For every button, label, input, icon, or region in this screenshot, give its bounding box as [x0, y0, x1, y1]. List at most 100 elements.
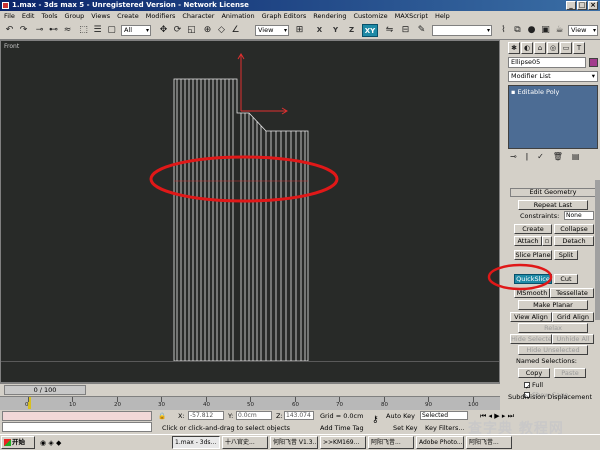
y-coordinate-field[interactable]: 0.0cm: [236, 411, 272, 420]
lock-selection-icon[interactable]: 🔒: [158, 412, 166, 420]
front-viewport[interactable]: Front: [0, 40, 500, 383]
selection-set-dropdown[interactable]: Selected: [420, 411, 468, 420]
relax-button[interactable]: Relax: [518, 323, 588, 333]
maxscript-listener[interactable]: [2, 411, 152, 421]
snap-icon[interactable]: ◇: [215, 24, 228, 37]
utilities-tab-icon[interactable]: T: [573, 42, 585, 54]
view-align-button[interactable]: View Align: [510, 312, 552, 322]
menu-animation[interactable]: Animation: [221, 11, 254, 21]
transform-gizmo[interactable]: [237, 53, 288, 115]
copy-button[interactable]: Copy: [518, 368, 550, 378]
taskbar-item[interactable]: Adobe Photo...: [416, 436, 464, 449]
select-object-icon[interactable]: ⬚: [77, 24, 90, 37]
poly-object-wireframe[interactable]: [1, 41, 500, 383]
unhide-all-button[interactable]: Unhide All: [552, 334, 594, 344]
restrict-x-button[interactable]: X: [313, 24, 326, 37]
menu-maxscript[interactable]: MAXScript: [395, 11, 428, 21]
set-key-button[interactable]: Set Key: [393, 424, 418, 432]
taskbar-item[interactable]: >>KM169...: [320, 436, 366, 449]
menu-group[interactable]: Group: [65, 11, 85, 21]
z-coordinate-field[interactable]: 143.074: [284, 411, 314, 420]
auto-key-button[interactable]: Auto Key: [386, 412, 415, 420]
restrict-xy-button[interactable]: XY: [362, 24, 378, 37]
create-tab-icon[interactable]: ✱: [508, 42, 520, 54]
grid-align-button[interactable]: Grid Align: [552, 312, 594, 322]
menu-customize[interactable]: Customize: [353, 11, 387, 21]
menu-edit[interactable]: Edit: [22, 11, 35, 21]
modifier-list-dropdown[interactable]: Modifier List: [508, 71, 598, 82]
taskbar-item[interactable]: 阿阳飞昔...: [466, 436, 512, 449]
menu-views[interactable]: Views: [91, 11, 110, 21]
show-end-result-icon[interactable]: ǀ: [526, 152, 528, 161]
named-selection-sets-dropdown[interactable]: [432, 25, 492, 36]
key-icon[interactable]: ⚷: [372, 415, 379, 425]
menu-create[interactable]: Create: [117, 11, 139, 21]
pin-stack-icon[interactable]: ⊸: [510, 152, 517, 161]
menu-character[interactable]: Character: [182, 11, 214, 21]
select-scale-icon[interactable]: ◱: [185, 24, 198, 37]
panel-scrollbar[interactable]: [595, 180, 600, 320]
close-button[interactable]: ×: [588, 1, 598, 10]
quick-launch-icons[interactable]: ◉ ◈ ◆: [40, 439, 61, 447]
angle-snap-icon[interactable]: ∠: [229, 24, 242, 37]
menu-rendering[interactable]: Rendering: [313, 11, 346, 21]
menu-help[interactable]: Help: [435, 11, 450, 21]
selection-filter-dropdown[interactable]: All: [121, 25, 151, 36]
menu-modifiers[interactable]: Modifiers: [146, 11, 176, 21]
motion-tab-icon[interactable]: ◎: [547, 42, 559, 54]
track-bar[interactable]: 0 10 20 30 40 50 60 70 80 90 100: [0, 396, 500, 410]
align-icon[interactable]: ⊟: [399, 24, 412, 37]
object-color-swatch[interactable]: [589, 58, 598, 67]
hide-unselected-button[interactable]: Hide Unselected: [518, 345, 588, 355]
material-editor-icon[interactable]: ●: [525, 24, 538, 37]
maxscript-input[interactable]: [2, 422, 152, 432]
collapse-button[interactable]: Collapse: [554, 224, 594, 234]
attach-button[interactable]: Attach: [514, 236, 542, 246]
select-region-icon[interactable]: ▢: [105, 24, 118, 37]
modify-tab-icon[interactable]: ◐: [521, 42, 533, 54]
restrict-y-button[interactable]: Y: [329, 24, 342, 37]
cut-button[interactable]: Cut: [554, 274, 578, 284]
make-unique-icon[interactable]: ✓: [537, 152, 544, 161]
add-time-tag[interactable]: Add Time Tag: [320, 424, 364, 432]
attach-list-button[interactable]: ▫: [542, 236, 552, 246]
menu-tools[interactable]: Tools: [41, 11, 57, 21]
pivot-center-icon[interactable]: ⊞: [293, 24, 306, 37]
menu-file[interactable]: File: [4, 11, 15, 21]
render-type-dropdown[interactable]: View: [568, 25, 598, 36]
x-coordinate-field[interactable]: -57.812: [188, 411, 224, 420]
restrict-z-button[interactable]: Z: [345, 24, 358, 37]
stack-item-editable-poly[interactable]: ▪ Editable Poly: [511, 88, 559, 96]
repeat-last-button[interactable]: Repeat Last: [518, 200, 588, 210]
tessellate-button[interactable]: Tessellate: [550, 288, 594, 298]
hierarchy-tab-icon[interactable]: ⌂: [534, 42, 546, 54]
curve-editor-icon[interactable]: ⌇: [497, 24, 510, 37]
make-planar-button[interactable]: Make Planar: [518, 300, 588, 310]
named-selection-icon[interactable]: ✎: [415, 24, 428, 37]
slice-plane-button[interactable]: Slice Plane: [514, 250, 552, 260]
menu-graph-editors[interactable]: Graph Editors: [262, 11, 307, 21]
select-link-icon[interactable]: ⊸: [33, 24, 46, 37]
schematic-view-icon[interactable]: ⧉: [511, 24, 524, 37]
object-name-field[interactable]: Ellipse05: [508, 57, 586, 68]
undo-icon[interactable]: ↶: [3, 24, 16, 37]
start-button[interactable]: 开始: [1, 436, 35, 449]
taskbar-item[interactable]: 1.max - 3ds...: [172, 436, 220, 449]
edit-geometry-rollout[interactable]: Edit Geometry: [510, 188, 596, 197]
maximize-button[interactable]: □: [577, 1, 587, 10]
create-button[interactable]: Create: [514, 224, 552, 234]
configure-modifier-sets-icon[interactable]: ▤: [572, 152, 580, 161]
quick-render-icon[interactable]: ☕: [553, 24, 566, 37]
detach-button[interactable]: Detach: [554, 236, 594, 246]
minimize-button[interactable]: _: [566, 1, 576, 10]
select-by-name-icon[interactable]: ☰: [91, 24, 104, 37]
subdivision-displacement-rollout[interactable]: Subdivision Displacement: [508, 393, 592, 401]
select-rotate-icon[interactable]: ⟳: [171, 24, 184, 37]
constraints-dropdown[interactable]: None: [564, 211, 594, 220]
bind-space-warp-icon[interactable]: ≈: [61, 24, 74, 37]
remove-modifier-icon[interactable]: 🗑: [553, 152, 563, 161]
select-manipulate-icon[interactable]: ⊕: [201, 24, 214, 37]
mirror-icon[interactable]: ⇋: [383, 24, 396, 37]
full-checkbox[interactable]: ✓ Full: [524, 381, 543, 391]
key-filters-button[interactable]: Key Filters...: [425, 424, 465, 432]
